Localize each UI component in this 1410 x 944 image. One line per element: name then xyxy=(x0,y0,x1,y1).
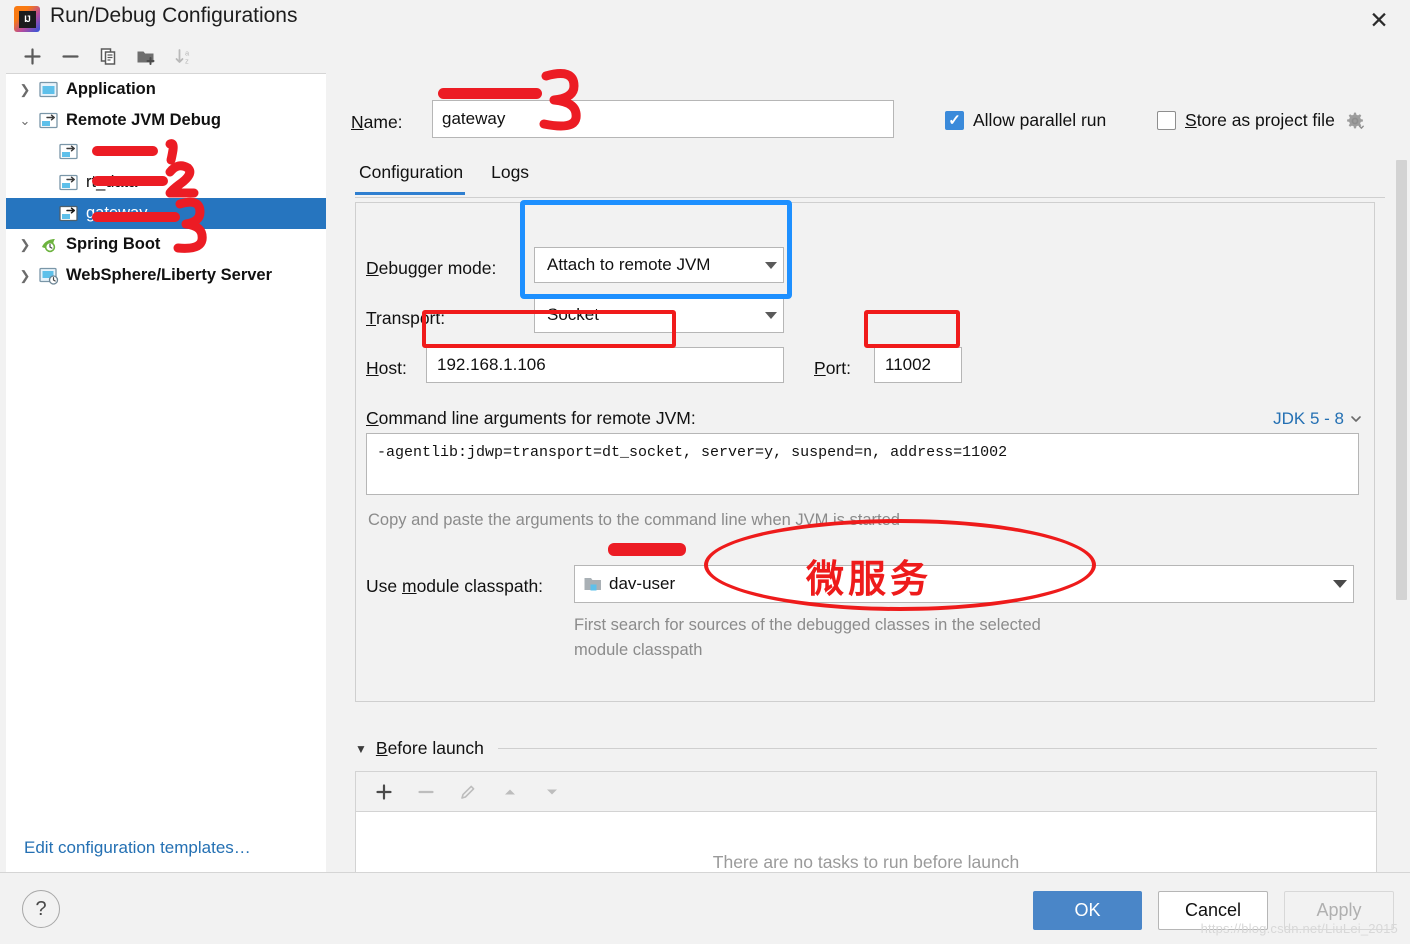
debugger-mode-select[interactable]: Attach to remote JVM xyxy=(534,247,784,283)
port-input[interactable]: 11002 xyxy=(874,347,962,383)
before-launch-header[interactable]: ▼ Before launch xyxy=(355,738,1377,759)
ok-button[interactable]: OK xyxy=(1033,891,1142,930)
add-task-button[interactable] xyxy=(366,776,402,808)
dialog-footer: ? OK Cancel Apply https://blog.csdn.net/… xyxy=(0,872,1410,944)
module-classpath-hint-line2: module classpath xyxy=(574,640,703,659)
editor-scrollbar[interactable] xyxy=(1395,118,1408,908)
close-icon[interactable]: ✕ xyxy=(1362,4,1396,36)
tree-item-spring-boot[interactable]: ❯ Spring Boot xyxy=(6,229,326,260)
before-launch-toolbar xyxy=(355,771,1377,811)
edit-configuration-templates-link[interactable]: Edit configuration templates… xyxy=(24,838,251,858)
tab-configuration[interactable]: Configuration xyxy=(355,158,475,195)
window-title: Run/Debug Configurations xyxy=(50,4,298,27)
intellij-logo-icon: IJ xyxy=(14,6,40,32)
spring-boot-icon xyxy=(38,236,60,254)
section-divider xyxy=(497,748,1377,749)
help-button[interactable]: ? xyxy=(22,890,60,928)
store-as-project-file-label[interactable]: Store as project file xyxy=(1185,110,1335,131)
sort-az-icon[interactable]: a z xyxy=(167,42,201,72)
remote-jvm-debug-icon xyxy=(38,112,60,130)
tree-item-websphere-liberty-server[interactable]: ❯ WebSphere/Liberty Server xyxy=(6,260,326,291)
configurations-tree: ❯ Application ⌄ Remote JVM Debug rt_data… xyxy=(6,74,326,824)
configurations-sidebar: a z ❯ Application ⌄ Remote JVM Debug rt_… xyxy=(6,40,326,872)
configuration-tab-content: Debugger mode: Attach to remote JVM Tran… xyxy=(355,202,1375,702)
edit-configuration-templates: Edit configuration templates… xyxy=(6,824,326,872)
module-classpath-hint-line1: First search for sources of the debugged… xyxy=(574,616,1041,634)
tree-item-remote-jvm-debug[interactable]: ⌄ Remote JVM Debug xyxy=(6,105,326,136)
command-line-hint: Copy and paste the arguments to the comm… xyxy=(368,511,900,529)
transport-select[interactable]: Socket xyxy=(534,297,784,333)
chevron-down-icon xyxy=(765,311,777,319)
websphere-icon xyxy=(38,267,60,285)
debugger-mode-value: Attach to remote JVM xyxy=(547,255,711,274)
jdk-version-label: JDK 5 - 8 xyxy=(1273,409,1344,428)
chevron-down-icon[interactable]: ⌄ xyxy=(12,113,38,129)
host-label: Host: xyxy=(366,358,407,378)
tree-item-gateway[interactable]: gateway xyxy=(6,198,326,229)
allow-parallel-run-label[interactable]: Allow parallel run xyxy=(973,110,1106,131)
transport-value: Socket xyxy=(547,305,599,324)
store-as-project-file-checkbox[interactable] xyxy=(1157,111,1176,130)
host-input[interactable]: 192.168.1.106 xyxy=(426,347,784,383)
add-configuration-button[interactable] xyxy=(15,42,49,72)
move-task-up-button[interactable] xyxy=(492,776,528,808)
command-line-label: Command line arguments for remote JVM: xyxy=(366,408,696,428)
move-task-down-button[interactable] xyxy=(534,776,570,808)
allow-parallel-run-row: Allow parallel run xyxy=(945,110,1106,131)
before-launch-title: Before launch xyxy=(375,738,484,758)
tree-item-remote-config-2[interactable]: rt_data xyxy=(6,167,326,198)
remove-task-button[interactable] xyxy=(408,776,444,808)
copy-configuration-button[interactable] xyxy=(91,42,125,72)
svg-text:z: z xyxy=(185,57,189,66)
module-classpath-select[interactable]: dav-user xyxy=(574,565,1354,603)
module-icon xyxy=(583,576,603,593)
chevron-right-icon[interactable]: ❯ xyxy=(12,237,38,253)
tab-logs[interactable]: Logs xyxy=(487,158,541,194)
cancel-button[interactable]: Cancel xyxy=(1158,891,1268,930)
application-icon xyxy=(38,81,60,99)
run-debug-configurations-dialog: IJ Run/Debug Configurations ✕ a z ❯ Appl… xyxy=(0,0,1410,944)
remove-configuration-button[interactable] xyxy=(53,42,87,72)
remote-jvm-debug-icon xyxy=(58,143,80,161)
tree-item-label: Spring Boot xyxy=(66,235,161,253)
edit-task-button[interactable] xyxy=(450,776,486,808)
chevron-down-icon[interactable]: ▼ xyxy=(355,742,367,756)
tree-item-label: rt_data xyxy=(86,173,138,191)
sidebar-toolbar: a z xyxy=(6,40,326,74)
chevron-down-icon xyxy=(765,261,777,269)
chevron-down-icon xyxy=(1333,580,1347,588)
port-label: Port: xyxy=(814,358,851,378)
configuration-editor-panel: Name: gateway Allow parallel run Store a… xyxy=(327,40,1410,912)
transport-label: Transport: xyxy=(366,308,446,328)
tree-item-label: gateway xyxy=(86,204,148,222)
tree-item-label: Remote JVM Debug xyxy=(66,111,221,129)
tree-item-remote-config-1[interactable] xyxy=(6,136,326,167)
tree-item-label: WebSphere/Liberty Server xyxy=(66,266,273,284)
name-input[interactable]: gateway xyxy=(432,100,894,138)
tree-item-application[interactable]: ❯ Application xyxy=(6,74,326,105)
new-folder-button[interactable] xyxy=(129,42,163,72)
gear-icon[interactable] xyxy=(1345,111,1365,131)
scrollbar-thumb[interactable] xyxy=(1396,160,1407,600)
remote-jvm-debug-icon xyxy=(58,174,80,192)
store-as-project-file-row: Store as project file xyxy=(1157,110,1365,131)
editor-tabs: Configuration Logs xyxy=(355,158,1385,198)
tree-item-label: Application xyxy=(66,80,156,98)
module-classpath-value: dav-user xyxy=(609,574,676,593)
module-classpath-label: Use module classpath: xyxy=(366,576,544,596)
chevron-right-icon[interactable]: ❯ xyxy=(12,268,38,284)
module-classpath-hint: First search for sources of the debugged… xyxy=(574,613,1274,663)
title-bar: IJ Run/Debug Configurations ✕ xyxy=(0,0,1410,40)
apply-button[interactable]: Apply xyxy=(1284,891,1394,930)
chevron-down-icon xyxy=(1351,416,1361,422)
allow-parallel-run-checkbox[interactable] xyxy=(945,111,964,130)
debugger-mode-label: Debugger mode: xyxy=(366,258,497,278)
remote-jvm-debug-icon xyxy=(58,205,80,223)
name-label: Name: xyxy=(351,112,403,132)
intellij-logo-label: IJ xyxy=(18,10,36,28)
jdk-version-selector[interactable]: JDK 5 - 8 xyxy=(1273,409,1362,429)
chevron-right-icon[interactable]: ❯ xyxy=(12,82,38,98)
command-line-arguments-textarea[interactable]: -agentlib:jdwp=transport=dt_socket, serv… xyxy=(366,433,1359,495)
